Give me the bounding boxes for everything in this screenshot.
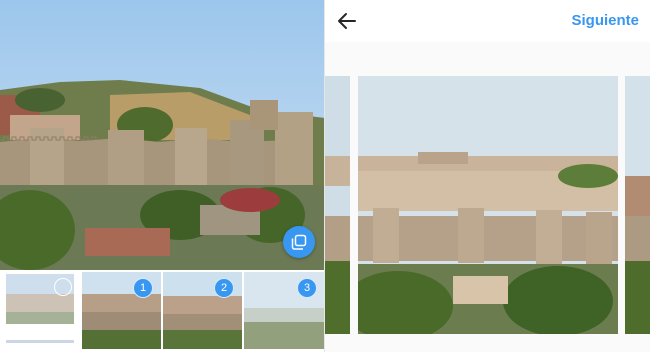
multiple-select-icon[interactable] bbox=[283, 226, 315, 258]
top-bar: Siguiente bbox=[325, 0, 650, 42]
thumbnail-2[interactable]: 2 bbox=[163, 272, 242, 349]
thumbnail-1[interactable]: 1 bbox=[82, 272, 161, 349]
thumbnail-strip: 1 2 3 bbox=[0, 270, 325, 352]
carousel-card-next[interactable] bbox=[625, 76, 650, 334]
photo-carousel[interactable] bbox=[325, 76, 650, 334]
selection-circle bbox=[54, 278, 72, 296]
order-badge: 2 bbox=[214, 278, 234, 298]
thumbnail-0[interactable] bbox=[0, 272, 80, 349]
order-badge: 1 bbox=[133, 278, 153, 298]
carousel-card-previous[interactable] bbox=[325, 76, 350, 334]
thumbnail-3[interactable]: 3 bbox=[244, 272, 325, 349]
carousel-panel: Siguiente bbox=[325, 0, 650, 352]
arrow-left-icon[interactable] bbox=[335, 9, 359, 33]
image-preview[interactable] bbox=[0, 0, 325, 270]
gallery-panel: 1 2 3 bbox=[0, 0, 325, 352]
next-button[interactable]: Siguiente bbox=[571, 12, 639, 29]
order-badge: 3 bbox=[297, 278, 317, 298]
carousel-card-current[interactable] bbox=[358, 76, 618, 334]
